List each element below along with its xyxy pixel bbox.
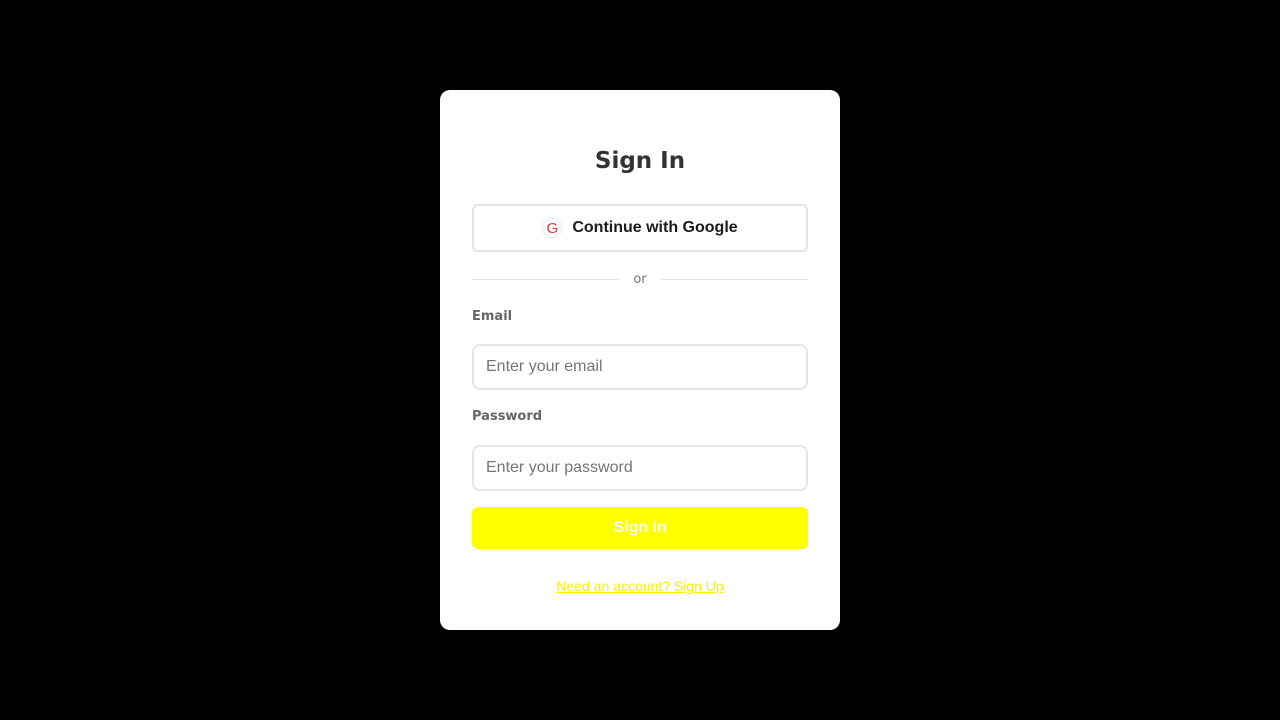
page-title: Sign In xyxy=(594,148,686,174)
password-input[interactable] xyxy=(472,445,808,491)
password-label: Password xyxy=(472,409,543,424)
divider-line-left xyxy=(472,278,620,280)
divider-line-right xyxy=(660,278,808,280)
email-input[interactable] xyxy=(472,344,808,390)
google-icon: G xyxy=(542,218,563,238)
sign-up-link[interactable]: Need an account? Sign Up xyxy=(440,578,840,594)
continue-with-google-button[interactable]: G Continue with Google xyxy=(472,204,808,252)
google-button-label: Continue with Google xyxy=(572,219,738,236)
divider-text: or xyxy=(633,271,647,287)
sign-in-card: Sign In G Continue with Google or Email … xyxy=(440,90,840,630)
email-label: Email xyxy=(472,309,513,324)
sign-in-button[interactable]: Sign In xyxy=(472,507,808,549)
or-divider: or xyxy=(472,268,808,290)
